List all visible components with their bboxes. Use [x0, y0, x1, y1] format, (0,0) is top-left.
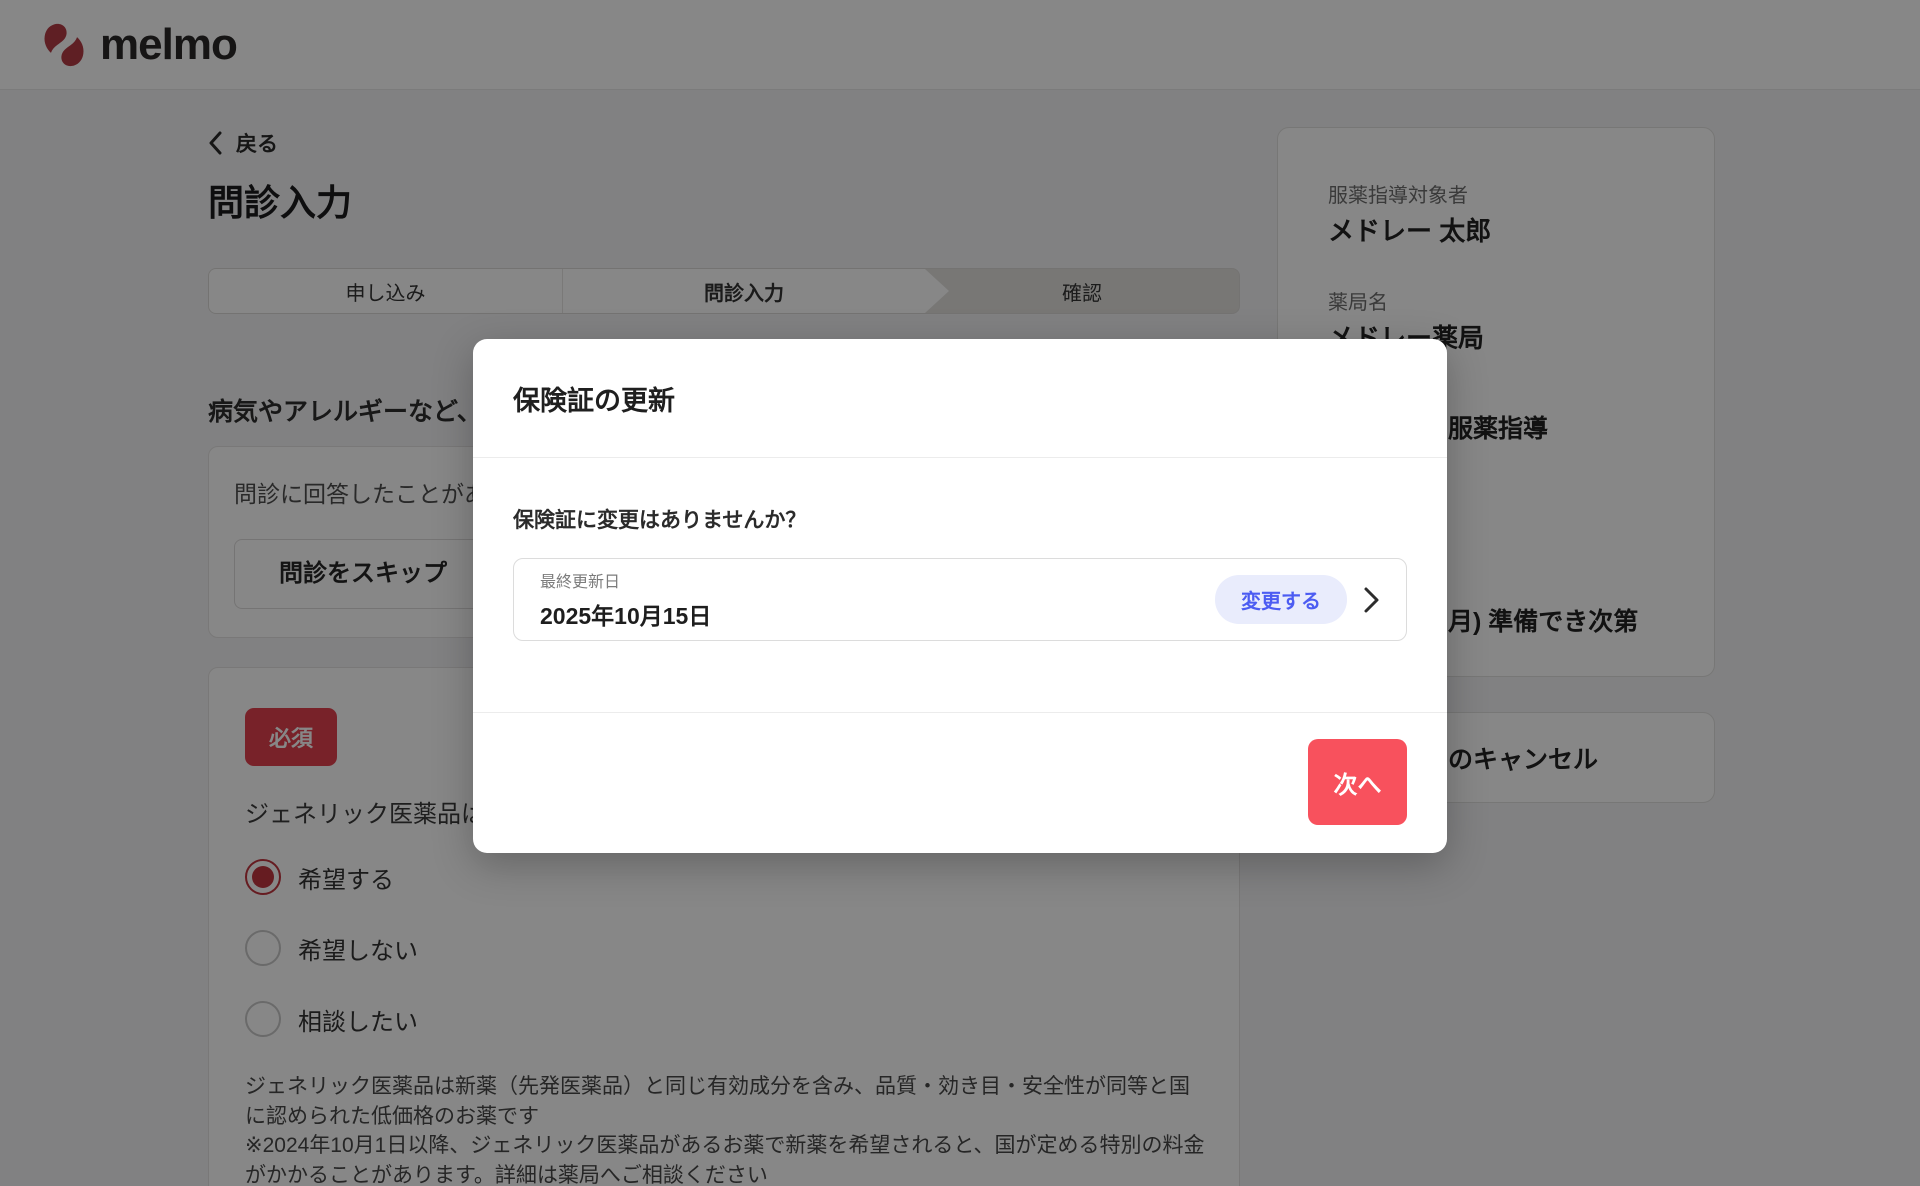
modal-footer: 次へ	[473, 712, 1447, 853]
insurance-update-modal: 保険証の更新 保険証に変更はありませんか？ 最終更新日 2025年10月15日 …	[473, 339, 1447, 853]
next-button[interactable]: 次へ	[1308, 739, 1407, 825]
modal-question: 保険証に変更はありませんか？	[513, 504, 1407, 534]
modal-title: 保険証の更新	[513, 379, 675, 418]
chevron-right-icon	[1363, 586, 1380, 614]
modal-header: 保険証の更新	[473, 339, 1447, 458]
page: melmo 戻る 問診入力 申し込み 問診入力 確認 病気やアレルギーなど、 問…	[0, 0, 1920, 1186]
change-button[interactable]: 変更する	[1215, 575, 1347, 624]
insurance-info: 最終更新日 2025年10月15日	[540, 568, 711, 631]
insurance-card-row[interactable]: 最終更新日 2025年10月15日 変更する	[513, 558, 1407, 641]
last-updated-label: 最終更新日	[540, 568, 711, 592]
modal-body: 保険証に変更はありませんか？ 最終更新日 2025年10月15日 変更する	[473, 458, 1447, 641]
last-updated-date: 2025年10月15日	[540, 597, 711, 631]
